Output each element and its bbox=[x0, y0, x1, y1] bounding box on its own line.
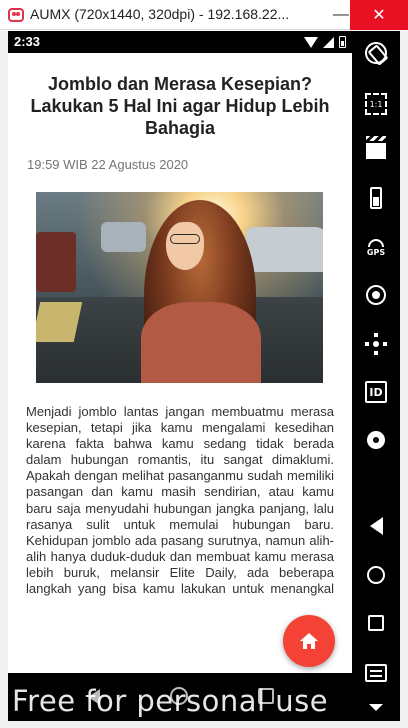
id-icon: ID bbox=[365, 381, 387, 403]
app-logo-icon bbox=[8, 8, 24, 22]
gps-button[interactable]: GPS bbox=[362, 234, 390, 262]
menu-icon bbox=[365, 664, 387, 682]
close-button[interactable]: ✕ bbox=[350, 0, 408, 30]
article-screen[interactable]: Jomblo dan Merasa Kesepian? Lakukan 5 Ha… bbox=[8, 53, 352, 673]
dpad-button[interactable] bbox=[362, 330, 390, 358]
status-icons bbox=[304, 36, 346, 48]
device-id-button[interactable]: ID bbox=[362, 378, 390, 406]
signal-icon bbox=[323, 36, 334, 48]
gps-icon bbox=[368, 239, 384, 247]
status-time: 2:33 bbox=[14, 34, 41, 49]
toolbar-back-button[interactable] bbox=[362, 512, 390, 540]
watermark-text: Free for personal use bbox=[12, 684, 329, 718]
battery-button[interactable] bbox=[362, 184, 390, 212]
home-circle-icon bbox=[367, 566, 385, 584]
scale-button[interactable]: 1:1 bbox=[362, 90, 390, 118]
window-title: AUMX (720x1440, 320dpi) - 192.168.22... bbox=[30, 6, 290, 22]
toolbar-home-button[interactable] bbox=[362, 561, 390, 589]
article-photo bbox=[36, 192, 323, 383]
chevron-down-icon bbox=[369, 703, 383, 711]
recent-apps-icon bbox=[368, 615, 384, 631]
status-bar: 2:33 bbox=[8, 31, 352, 53]
battery-icon bbox=[370, 187, 382, 209]
clapperboard-icon bbox=[366, 136, 386, 159]
phone-display: 2:33 Jomblo dan Merasa Kesepian? Lakukan… bbox=[8, 31, 352, 721]
home-fab-button[interactable] bbox=[283, 615, 335, 667]
toolbar-recent-button[interactable] bbox=[362, 609, 390, 637]
rotate-icon bbox=[365, 42, 387, 64]
back-icon bbox=[369, 517, 383, 535]
dpad-icon bbox=[365, 333, 387, 355]
camera-button[interactable] bbox=[362, 281, 390, 309]
window-frame-left bbox=[0, 31, 8, 728]
window-title-bar: AUMX (720x1440, 320dpi) - 192.168.22... … bbox=[0, 0, 408, 30]
disk-icon bbox=[367, 431, 385, 449]
article-body: Menjadi jomblo lantas jangan membuatmu m… bbox=[26, 404, 334, 597]
toolbar-more-button[interactable] bbox=[362, 693, 390, 721]
media-button[interactable] bbox=[362, 426, 390, 454]
scale-icon: 1:1 bbox=[365, 93, 387, 115]
article-date: 19:59 WIB 22 Agustus 2020 bbox=[27, 157, 189, 172]
window-frame-bottom bbox=[0, 721, 408, 728]
emulator-toolbar: 1:1 GPS ID bbox=[352, 31, 400, 721]
webcam-icon bbox=[366, 285, 386, 305]
home-icon bbox=[300, 633, 318, 649]
wifi-icon bbox=[304, 36, 318, 48]
article-title: Jomblo dan Merasa Kesepian? Lakukan 5 Ha… bbox=[30, 74, 330, 138]
window-frame-right bbox=[400, 31, 408, 728]
rotate-screen-button[interactable] bbox=[362, 39, 390, 67]
battery-icon bbox=[339, 36, 346, 48]
screenrecord-button[interactable] bbox=[362, 136, 390, 165]
toolbar-menu-button[interactable] bbox=[362, 659, 390, 687]
gps-label: GPS bbox=[366, 248, 386, 257]
